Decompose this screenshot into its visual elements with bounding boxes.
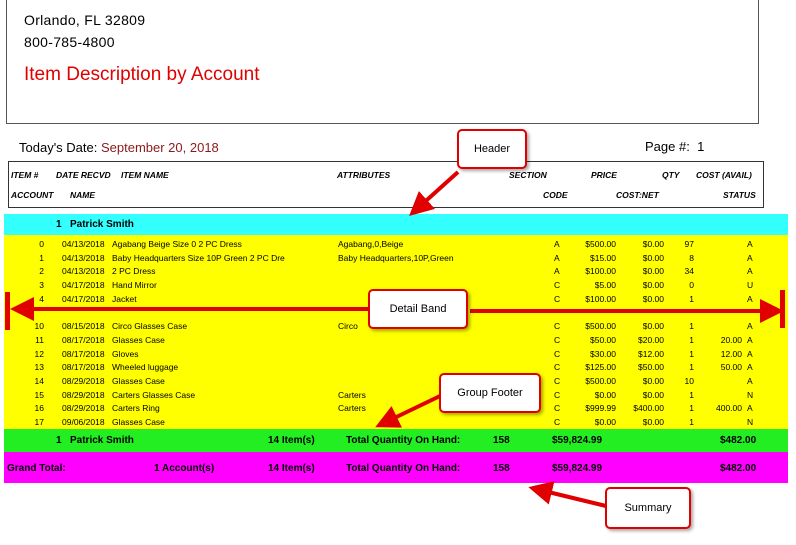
summary-arrow (528, 481, 607, 508)
header-arrow (409, 170, 460, 217)
group-footer-arrow (375, 394, 441, 428)
callout-header: Header (457, 129, 527, 169)
callout-detail-band: Detail Band (368, 289, 468, 329)
detail-right-bar (780, 290, 785, 328)
callout-group-footer: Group Footer (439, 373, 541, 413)
annotation-arrows (5, 170, 785, 508)
callout-summary: Summary (605, 487, 691, 529)
detail-left-bar (5, 292, 10, 330)
